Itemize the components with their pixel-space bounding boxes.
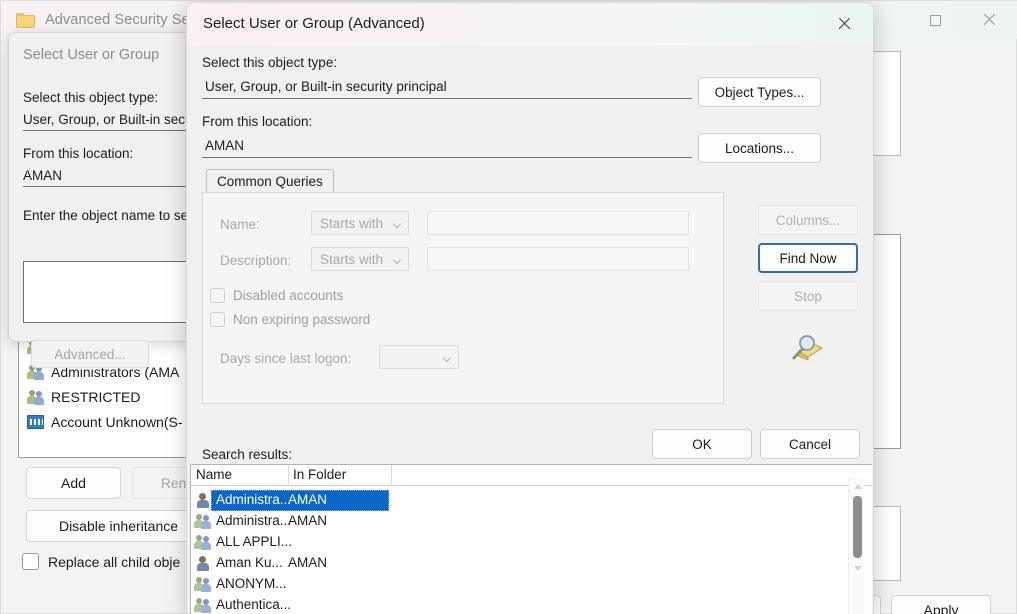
maximize-icon[interactable] [912, 1, 958, 39]
users-icon [195, 577, 212, 592]
list-item[interactable]: RESTRICTED [27, 389, 140, 405]
column-header-in-folder[interactable]: In Folder [293, 467, 346, 482]
name-operator-select[interactable]: Starts with [311, 211, 409, 235]
stop-button[interactable]: Stop [758, 281, 858, 311]
checkbox-box[interactable] [210, 312, 225, 327]
table-row[interactable]: ANONYM... [191, 574, 872, 595]
result-name: Aman Ku... [216, 555, 283, 570]
checkbox-box[interactable] [210, 288, 225, 303]
scroll-thumb[interactable] [853, 496, 862, 558]
common-queries-panel: Name: Starts with Description: Starts wi… [202, 192, 724, 404]
description-operator-value: Starts with [320, 252, 383, 267]
result-name: Administra... [216, 492, 291, 507]
ok-button[interactable]: OK [652, 429, 752, 459]
name-operator-value: Starts with [320, 216, 383, 231]
object-type-label: Select this object type: [202, 55, 337, 70]
from-location-label: From this location: [23, 146, 133, 161]
users-icon [195, 514, 212, 529]
object-type-field[interactable]: User, Group, or Built-in security princi… [202, 75, 692, 99]
cancel-button[interactable]: Cancel [760, 429, 860, 459]
table-row[interactable]: ALL APPLI... [191, 532, 872, 553]
description-label: Description: [220, 253, 291, 268]
description-operator-select[interactable]: Starts with [311, 247, 409, 271]
dialog-title: Select User or Group (Advanced) [203, 15, 425, 32]
tabstrip: Common Queries [202, 169, 724, 191]
result-folder: AMAN [288, 513, 327, 528]
scroll-down-icon[interactable] [853, 564, 862, 573]
from-location-field[interactable]: AMAN [202, 134, 692, 158]
days-since-logon-select[interactable] [379, 345, 459, 369]
users-icon [195, 535, 212, 550]
close-icon[interactable] [966, 1, 1012, 39]
advanced-button[interactable]: Advanced... [31, 340, 149, 368]
result-name: Administra... [216, 513, 291, 528]
close-icon[interactable] [821, 3, 867, 45]
non-expiring-password-label: Non expiring password [233, 312, 370, 327]
screen: Advanced Security Settings able). eys ey… [0, 0, 1017, 614]
object-type-label: Select this object type: [23, 90, 158, 105]
search-results-label: Search results: [202, 447, 292, 462]
from-location-label: From this location: [202, 114, 312, 129]
folder-icon [16, 13, 35, 28]
advanced-apply-button[interactable]: Apply [891, 595, 991, 614]
magnifier-folder-icon [789, 334, 823, 362]
locations-button[interactable]: Locations... [698, 133, 821, 163]
days-since-logon-label: Days since last logon: [220, 351, 351, 366]
users-icon [27, 390, 44, 405]
replace-child-objects-checkbox[interactable]: Replace all child obje [22, 553, 180, 570]
column-header-name[interactable]: Name [196, 467, 232, 482]
users-icon [195, 598, 212, 613]
description-input[interactable] [427, 247, 689, 271]
unknown-account-icon [27, 415, 44, 429]
results-scrollbar[interactable] [848, 478, 865, 614]
disable-inheritance-button[interactable]: Disable inheritance [26, 510, 211, 542]
list-item-label: RESTRICTED [51, 389, 140, 405]
results-header-row: Name In Folder [191, 465, 872, 486]
list-item-label: Account Unknown(S- [51, 414, 183, 430]
user-admin-icon [195, 493, 212, 508]
non-expiring-password-checkbox[interactable]: Non expiring password [210, 312, 370, 327]
user-icon [195, 556, 212, 571]
result-name: ANONYM... [216, 576, 287, 591]
result-folder: AMAN [288, 555, 327, 570]
name-input[interactable] [427, 211, 689, 235]
disabled-accounts-label: Disabled accounts [233, 288, 343, 303]
list-item[interactable]: Account Unknown(S- [27, 414, 183, 430]
disabled-accounts-checkbox[interactable]: Disabled accounts [210, 288, 343, 303]
add-button[interactable]: Add [26, 467, 121, 499]
search-results-list[interactable]: Name In Folder Administra... AMAN Admini… [190, 464, 872, 614]
name-label: Name: [220, 217, 260, 232]
scroll-up-icon[interactable] [853, 482, 862, 491]
table-row[interactable]: Administra... AMAN [191, 490, 872, 511]
chevron-down-icon [393, 220, 401, 228]
chevron-down-icon [443, 354, 451, 362]
result-name: ALL APPLI... [216, 534, 292, 549]
find-now-button[interactable]: Find Now [758, 243, 858, 273]
chevron-down-icon [393, 256, 401, 264]
column-divider[interactable] [288, 465, 289, 486]
select-user-or-group-title: Select User or Group [23, 47, 159, 63]
table-row[interactable]: Administra... AMAN [191, 511, 872, 532]
replace-child-objects-label: Replace all child obje [48, 554, 180, 570]
table-row[interactable]: Authentica... [191, 595, 872, 614]
object-name-label: Enter the object name to sel [23, 208, 191, 223]
object-types-button[interactable]: Object Types... [698, 77, 821, 107]
column-divider[interactable] [391, 465, 392, 486]
table-row[interactable]: Aman Ku... AMAN [191, 553, 872, 574]
result-name: Authentica... [216, 597, 291, 612]
tab-common-queries[interactable]: Common Queries [206, 169, 334, 193]
checkbox-box[interactable] [22, 553, 39, 570]
result-folder: AMAN [288, 492, 327, 507]
columns-button[interactable]: Columns... [758, 205, 858, 235]
